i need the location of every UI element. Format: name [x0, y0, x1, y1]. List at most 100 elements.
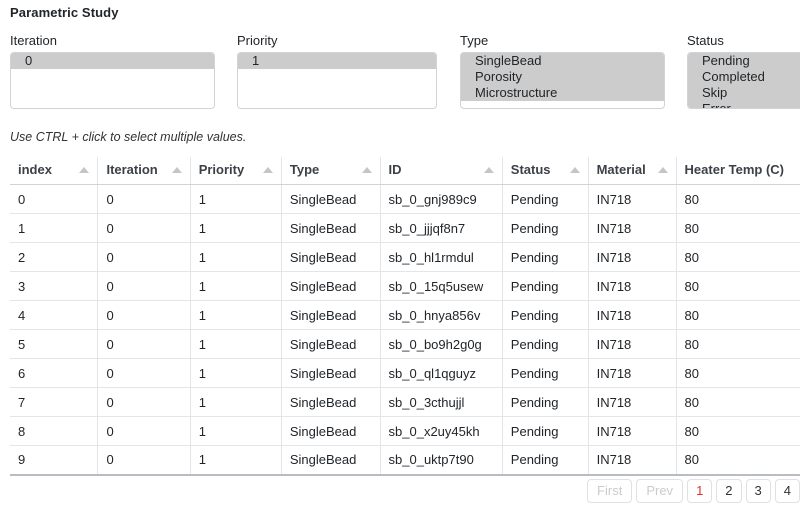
column-header-heater-temp[interactable]: Heater Temp (C) — [676, 157, 800, 185]
sort-ascending-icon[interactable] — [171, 166, 182, 173]
cell-heater-temp: 80 — [676, 184, 800, 214]
cell-priority: 1 — [190, 358, 282, 388]
cell-type: SingleBead — [281, 213, 381, 243]
sort-ascending-icon[interactable] — [569, 166, 580, 173]
pagination-page-1[interactable]: 1 — [687, 479, 713, 503]
cell-heater-temp: 80 — [676, 416, 800, 446]
cell-iteration: 0 — [97, 271, 191, 301]
table-row[interactable]: 6 0 1 SingleBead sb_0_ql1qguyz Pending I… — [10, 358, 800, 388]
cell-iteration: 0 — [97, 242, 191, 272]
cell-id: sb_0_uktp7t90 — [380, 445, 503, 476]
cell-status: Pending — [502, 184, 589, 214]
cell-index: 3 — [10, 271, 99, 301]
priority-option[interactable]: 1 — [238, 53, 436, 69]
filter-label-type: Type — [460, 33, 489, 48]
sort-ascending-icon[interactable] — [657, 166, 668, 173]
cell-material: IN718 — [588, 271, 677, 301]
column-header-material[interactable]: Material — [588, 157, 677, 185]
cell-material: IN718 — [588, 445, 677, 476]
column-header-id[interactable]: ID — [380, 157, 503, 185]
cell-heater-temp: 80 — [676, 387, 800, 417]
iteration-select[interactable]: 0 — [10, 52, 215, 109]
cell-priority: 1 — [190, 445, 282, 476]
sort-ascending-icon[interactable] — [483, 166, 494, 173]
cell-iteration: 0 — [97, 387, 191, 417]
cell-type: SingleBead — [281, 445, 381, 476]
cell-material: IN718 — [588, 242, 677, 272]
cell-id: sb_0_ql1qguyz — [380, 358, 503, 388]
cell-status: Pending — [502, 213, 589, 243]
cell-material: IN718 — [588, 387, 677, 417]
cell-type: SingleBead — [281, 358, 381, 388]
cell-type: SingleBead — [281, 184, 381, 214]
type-select[interactable]: SingleBead Porosity Microstructure — [460, 52, 665, 109]
pagination-page-4[interactable]: 4 — [774, 479, 800, 503]
cell-iteration: 0 — [97, 184, 191, 214]
type-option-singlebead[interactable]: SingleBead — [461, 53, 664, 69]
table-body: 0 0 1 SingleBead sb_0_gnj989c9 Pending I… — [10, 184, 800, 476]
status-option-skip[interactable]: Skip — [688, 85, 800, 101]
column-header-status[interactable]: Status — [502, 157, 589, 185]
status-option-pending[interactable]: Pending — [688, 53, 800, 69]
table-row[interactable]: 0 0 1 SingleBead sb_0_gnj989c9 Pending I… — [10, 184, 800, 214]
cell-heater-temp: 80 — [676, 271, 800, 301]
cell-priority: 1 — [190, 329, 282, 359]
column-header-type[interactable]: Type — [281, 157, 381, 185]
sort-ascending-icon[interactable] — [361, 166, 372, 173]
cell-index: 8 — [10, 416, 99, 446]
table-row[interactable]: 4 0 1 SingleBead sb_0_hnya856v Pending I… — [10, 300, 800, 330]
status-select[interactable]: Pending Completed Skip Error — [687, 52, 800, 109]
table-row[interactable]: 8 0 1 SingleBead sb_0_x2uy45kh Pending I… — [10, 416, 800, 446]
sort-ascending-icon[interactable] — [79, 166, 90, 173]
column-header-iteration[interactable]: Iteration — [97, 157, 191, 185]
filter-label-priority: Priority — [237, 33, 278, 48]
table-row[interactable]: 2 0 1 SingleBead sb_0_hl1rmdul Pending I… — [10, 242, 800, 272]
cell-iteration: 0 — [97, 300, 191, 330]
type-option-microstructure[interactable]: Microstructure — [461, 85, 664, 101]
iteration-option[interactable]: 0 — [11, 53, 214, 69]
cell-iteration: 0 — [97, 416, 191, 446]
table-row[interactable]: 9 0 1 SingleBead sb_0_uktp7t90 Pending I… — [10, 445, 800, 476]
results-table-container: index Iteration Priority Type ID Status … — [10, 157, 800, 477]
results-table: index Iteration Priority Type ID Status … — [10, 157, 800, 476]
column-header-index-label: index — [18, 162, 52, 177]
priority-select[interactable]: 1 — [237, 52, 437, 109]
column-header-priority[interactable]: Priority — [190, 157, 282, 185]
filter-group-status: Status Pending Completed Skip Error — [687, 33, 800, 109]
cell-priority: 1 — [190, 387, 282, 417]
cell-id: sb_0_3cthujjl — [380, 387, 503, 417]
pagination-page-3[interactable]: 3 — [745, 479, 771, 503]
cell-index: 2 — [10, 242, 99, 272]
cell-type: SingleBead — [281, 416, 381, 446]
table-row[interactable]: 3 0 1 SingleBead sb_0_15q5usew Pending I… — [10, 271, 800, 301]
column-header-index[interactable]: index — [10, 157, 99, 185]
cell-index: 0 — [10, 184, 99, 214]
cell-iteration: 0 — [97, 213, 191, 243]
type-option-porosity[interactable]: Porosity — [461, 69, 664, 85]
cell-material: IN718 — [588, 184, 677, 214]
cell-material: IN718 — [588, 213, 677, 243]
cell-id: sb_0_hl1rmdul — [380, 242, 503, 272]
cell-status: Pending — [502, 242, 589, 272]
sort-ascending-icon[interactable] — [262, 166, 273, 173]
status-option-error[interactable]: Error — [688, 101, 800, 108]
pagination-first-button[interactable]: First — [587, 479, 633, 503]
table-row[interactable]: 5 0 1 SingleBead sb_0_bo9h2g0g Pending I… — [10, 329, 800, 359]
table-row[interactable]: 7 0 1 SingleBead sb_0_3cthujjl Pending I… — [10, 387, 800, 417]
pagination-prev-button[interactable]: Prev — [636, 479, 684, 503]
cell-type: SingleBead — [281, 329, 381, 359]
cell-id: sb_0_x2uy45kh — [380, 416, 503, 446]
cell-index: 9 — [10, 445, 99, 476]
filter-label-iteration: Iteration — [10, 33, 57, 48]
pagination-page-2[interactable]: 2 — [716, 479, 742, 503]
cell-priority: 1 — [190, 184, 282, 214]
table-header-row: index Iteration Priority Type ID Status … — [10, 157, 800, 185]
cell-index: 6 — [10, 358, 99, 388]
cell-heater-temp: 80 — [676, 213, 800, 243]
status-option-completed[interactable]: Completed — [688, 69, 800, 85]
cell-id: sb_0_bo9h2g0g — [380, 329, 503, 359]
cell-index: 7 — [10, 387, 99, 417]
table-row[interactable]: 1 0 1 SingleBead sb_0_jjjqf8n7 Pending I… — [10, 213, 800, 243]
cell-heater-temp: 80 — [676, 445, 800, 476]
cell-type: SingleBead — [281, 271, 381, 301]
